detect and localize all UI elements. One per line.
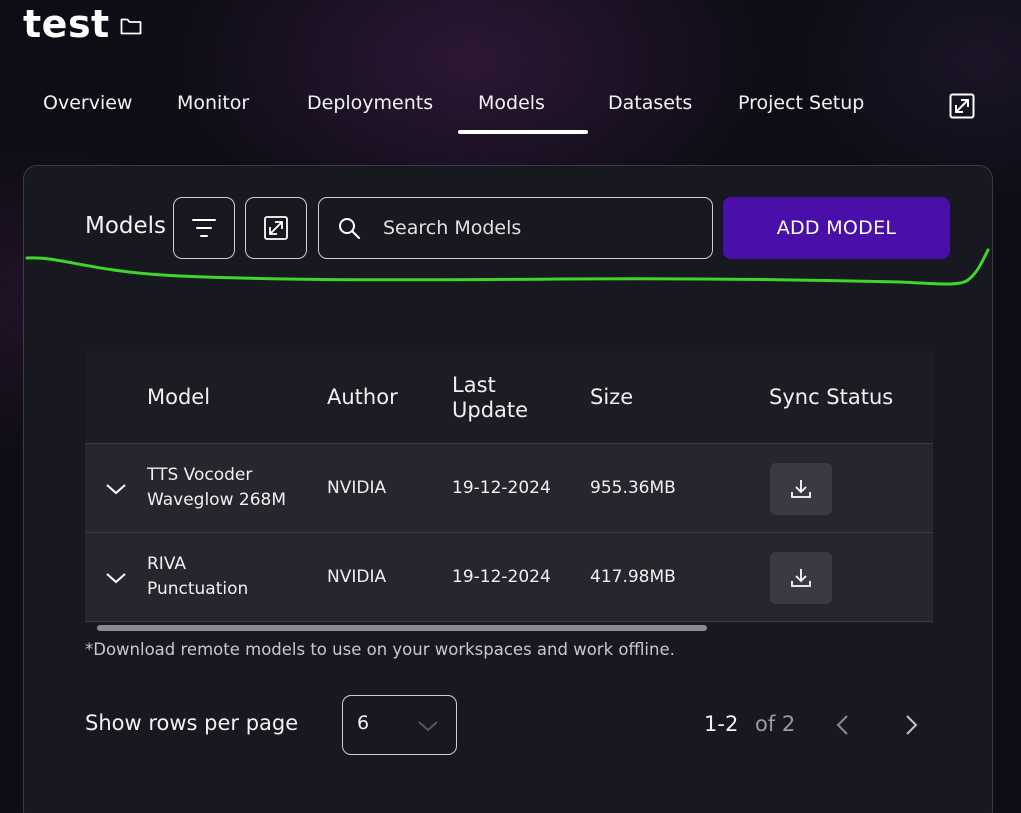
download-button[interactable] bbox=[770, 552, 832, 604]
page-range: 1-2 bbox=[704, 712, 739, 736]
model-name: TTS Vocoder Waveglow 268M bbox=[147, 463, 286, 513]
project-tabs: Overview Monitor Deployments Models Data… bbox=[0, 78, 1021, 138]
table-header: Model Author Last Update Size Sync Statu… bbox=[85, 351, 933, 444]
last-update: 19-12-2024 bbox=[452, 567, 551, 587]
table-row[interactable]: RIVA Punctuation NVIDIA 19-12-2024 417.9… bbox=[85, 533, 933, 622]
download-icon bbox=[791, 569, 811, 587]
add-model-button[interactable]: ADD MODEL bbox=[723, 197, 950, 259]
size: 955.36MB bbox=[590, 478, 676, 498]
model-name-line2: Waveglow 268M bbox=[147, 490, 286, 510]
table-footnote: *Download remote models to use on your w… bbox=[85, 640, 675, 659]
model-name-line1: TTS Vocoder bbox=[147, 465, 253, 485]
filter-button[interactable] bbox=[173, 197, 235, 259]
chevron-right-icon[interactable] bbox=[902, 714, 920, 736]
header-author[interactable]: Author bbox=[327, 385, 398, 410]
header-sync-status[interactable]: Sync Status bbox=[769, 385, 893, 410]
active-tab-indicator bbox=[458, 130, 588, 134]
tab-deployments[interactable]: Deployments bbox=[307, 92, 433, 114]
header-last-update-line1: Last bbox=[452, 373, 496, 397]
search-field[interactable] bbox=[318, 197, 713, 259]
size: 417.98MB bbox=[590, 567, 676, 587]
horizontal-scrollbar[interactable] bbox=[97, 625, 707, 631]
chevron-down-icon[interactable] bbox=[105, 482, 127, 496]
folder-icon[interactable] bbox=[120, 17, 142, 35]
panel-title: Models bbox=[85, 213, 167, 239]
rows-per-page-label: Show rows per page bbox=[85, 711, 299, 735]
header-model[interactable]: Model bbox=[147, 385, 210, 410]
tab-models[interactable]: Models bbox=[478, 92, 545, 114]
expand-button[interactable] bbox=[245, 197, 307, 259]
search-icon bbox=[339, 218, 360, 239]
tab-project-setup[interactable]: Project Setup bbox=[738, 92, 864, 114]
model-name-line1: RIVA bbox=[147, 554, 186, 574]
project-header: test bbox=[23, 0, 142, 48]
fullscreen-icon[interactable] bbox=[949, 93, 975, 119]
author: NVIDIA bbox=[327, 478, 387, 498]
search-input[interactable] bbox=[383, 217, 703, 239]
expand-icon bbox=[264, 216, 288, 240]
last-update: 19-12-2024 bbox=[452, 478, 551, 498]
author: NVIDIA bbox=[327, 567, 387, 587]
models-panel: Models ADD MODEL Model Author Last Updat… bbox=[23, 165, 993, 813]
tab-overview[interactable]: Overview bbox=[43, 92, 132, 114]
filter-icon bbox=[192, 219, 216, 237]
table-row[interactable]: TTS Vocoder Waveglow 268M NVIDIA 19-12-2… bbox=[85, 444, 933, 533]
models-table: Model Author Last Update Size Sync Statu… bbox=[85, 351, 933, 623]
rows-per-page-value: 6 bbox=[357, 712, 370, 734]
header-last-update[interactable]: Last Update bbox=[452, 373, 528, 423]
header-size[interactable]: Size bbox=[590, 385, 633, 410]
header-last-update-line2: Update bbox=[452, 398, 529, 422]
tab-datasets[interactable]: Datasets bbox=[608, 92, 692, 114]
chevron-left-icon[interactable] bbox=[834, 714, 852, 736]
model-name-line2: Punctuation bbox=[147, 579, 249, 599]
download-icon bbox=[791, 480, 811, 498]
tab-monitor[interactable]: Monitor bbox=[177, 92, 249, 114]
page-total: of 2 bbox=[755, 712, 796, 736]
project-title: test bbox=[23, 2, 110, 46]
chevron-down-icon[interactable] bbox=[105, 571, 127, 585]
download-button[interactable] bbox=[770, 463, 832, 515]
rows-per-page-select[interactable]: 6 bbox=[342, 695, 457, 755]
chevron-down-icon bbox=[418, 721, 438, 732]
model-name: RIVA Punctuation bbox=[147, 552, 248, 602]
